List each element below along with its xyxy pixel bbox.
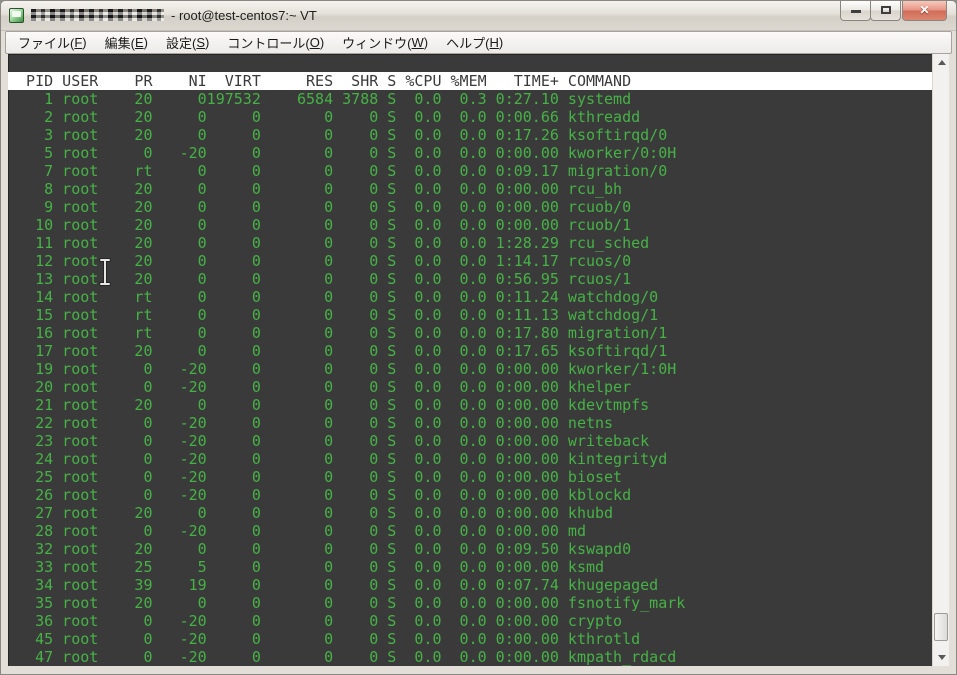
process-row-pid-14: 14 root rt 0 0 0 0 S 0.0 0.0 0:11.24 wat…: [8, 288, 659, 306]
process-row-pid-47: 47 root 0 -20 0 0 0 S 0.0 0.0 0:00.00 km…: [8, 648, 677, 666]
scrollbar-thumb[interactable]: [934, 613, 948, 641]
window-title: - root@test-centos7:~ VT: [171, 8, 317, 23]
teraterm-window: - root@test-centos7:~ VT ✕ ファイル(F) 編集(E) 設…: [0, 0, 957, 675]
process-row-pid-34: 34 root 39 19 0 0 0 S 0.0 0.0 0:07.74 kh…: [8, 576, 659, 594]
process-row-pid-1: 1 root 20 0197532 6584 3788 S 0.0 0.3 0:…: [8, 90, 632, 108]
process-row-pid-25: 25 root 0 -20 0 0 0 S 0.0 0.0 0:00.00 bi…: [8, 468, 623, 486]
process-row-pid-28: 28 root 0 -20 0 0 0 S 0.0 0.0 0:00.00 md: [8, 522, 586, 540]
menu-file[interactable]: ファイル(F): [9, 32, 96, 53]
arrow-up-icon: [937, 60, 946, 65]
process-row-pid-3: 3 root 20 0 0 0 0 S 0.0 0.0 0:17.26 ksof…: [8, 126, 668, 144]
process-row-pid-5: 5 root 0 -20 0 0 0 S 0.0 0.0 0:00.00 kwo…: [8, 144, 677, 162]
process-row-pid-24: 24 root 0 -20 0 0 0 S 0.0 0.0 0:00.00 ki…: [8, 450, 668, 468]
process-row-pid-22: 22 root 0 -20 0 0 0 S 0.0 0.0 0:00.00 ne…: [8, 414, 614, 432]
window-controls: ✕: [840, 1, 947, 21]
process-row-pid-19: 19 root 0 -20 0 0 0 S 0.0 0.0 0:00.00 kw…: [8, 360, 677, 378]
process-row-pid-33: 33 root 25 5 0 0 0 S 0.0 0.0 0:00.00 ksm…: [8, 558, 605, 576]
process-row-pid-23: 23 root 0 -20 0 0 0 S 0.0 0.0 0:00.00 wr…: [8, 432, 650, 450]
maximize-icon: [880, 6, 891, 14]
arrow-down-icon: [937, 655, 946, 660]
window-titlebar[interactable]: - root@test-centos7:~ VT ✕: [1, 1, 956, 31]
terminal-client-area: PID USER PR NI VIRT RES SHR S %CPU %MEM …: [8, 54, 949, 666]
process-row-pid-16: 16 root rt 0 0 0 0 S 0.0 0.0 0:17.80 mig…: [8, 324, 668, 342]
process-row-pid-21: 21 root 20 0 0 0 0 S 0.0 0.0 0:00.00 kde…: [8, 396, 650, 414]
process-row-pid-15: 15 root rt 0 0 0 0 S 0.0 0.0 0:11.13 wat…: [8, 306, 659, 324]
menu-window[interactable]: ウィンドウ(W): [333, 32, 437, 53]
process-row-pid-35: 35 root 20 0 0 0 0 S 0.0 0.0 0:00.00 fsn…: [8, 594, 686, 612]
close-icon: ✕: [919, 3, 930, 17]
scroll-down-button[interactable]: [933, 649, 950, 666]
minimize-button[interactable]: [840, 1, 871, 21]
process-row-pid-32: 32 root 20 0 0 0 0 S 0.0 0.0 0:09.50 ksw…: [8, 540, 632, 558]
scrollbar[interactable]: [932, 54, 949, 666]
teraterm-app-icon: [9, 8, 24, 23]
process-row-pid-17: 17 root 20 0 0 0 0 S 0.0 0.0 0:17.65 kso…: [8, 342, 668, 360]
process-row-pid-36: 36 root 0 -20 0 0 0 S 0.0 0.0 0:00.00 cr…: [8, 612, 623, 630]
process-list: 1 root 20 0197532 6584 3788 S 0.0 0.3 0:…: [8, 90, 932, 666]
process-row-pid-7: 7 root rt 0 0 0 0 S 0.0 0.0 0:09.17 migr…: [8, 162, 668, 180]
terminal-blank-line: [8, 54, 932, 72]
scrollbar-track[interactable]: [933, 71, 949, 649]
menubar: ファイル(F) 編集(E) 設定(S) コントロール(O) ウィンドウ(W) ヘルプ(H): [5, 31, 952, 54]
process-row-pid-8: 8 root 20 0 0 0 0 S 0.0 0.0 0:00.00 rcu_…: [8, 180, 623, 198]
title-redacted-text: [31, 9, 164, 21]
process-row-pid-11: 11 root 20 0 0 0 0 S 0.0 0.0 1:28.29 rcu…: [8, 234, 650, 252]
menu-setup[interactable]: 設定(S): [157, 32, 218, 53]
minimize-icon: [850, 10, 861, 13]
top-header-row: PID USER PR NI VIRT RES SHR S %CPU %MEM …: [8, 72, 932, 90]
process-row-pid-12: 12 root 20 0 0 0 0 S 0.0 0.0 1:14.17 rcu…: [8, 252, 632, 270]
maximize-button[interactable]: [870, 1, 901, 21]
process-row-pid-2: 2 root 20 0 0 0 0 S 0.0 0.0 0:00.66 kthr…: [8, 108, 641, 126]
scroll-up-button[interactable]: [933, 54, 950, 71]
close-button[interactable]: ✕: [902, 1, 947, 21]
menu-control[interactable]: コントロール(O): [218, 32, 333, 53]
process-row-pid-10: 10 root 20 0 0 0 0 S 0.0 0.0 0:00.00 rcu…: [8, 216, 632, 234]
process-row-pid-13: 13 root 20 0 0 0 0 S 0.0 0.0 0:56.95 rcu…: [8, 270, 632, 288]
menu-edit[interactable]: 編集(E): [96, 32, 157, 53]
terminal-screen[interactable]: PID USER PR NI VIRT RES SHR S %CPU %MEM …: [8, 54, 932, 666]
process-row-pid-20: 20 root 0 -20 0 0 0 S 0.0 0.0 0:00.00 kh…: [8, 378, 632, 396]
menu-help[interactable]: ヘルプ(H): [437, 32, 512, 53]
process-row-pid-45: 45 root 0 -20 0 0 0 S 0.0 0.0 0:00.00 kt…: [8, 630, 641, 648]
process-row-pid-9: 9 root 20 0 0 0 0 S 0.0 0.0 0:00.00 rcuo…: [8, 198, 632, 216]
process-row-pid-27: 27 root 20 0 0 0 0 S 0.0 0.0 0:00.00 khu…: [8, 504, 614, 522]
process-row-pid-26: 26 root 0 -20 0 0 0 S 0.0 0.0 0:00.00 kb…: [8, 486, 632, 504]
